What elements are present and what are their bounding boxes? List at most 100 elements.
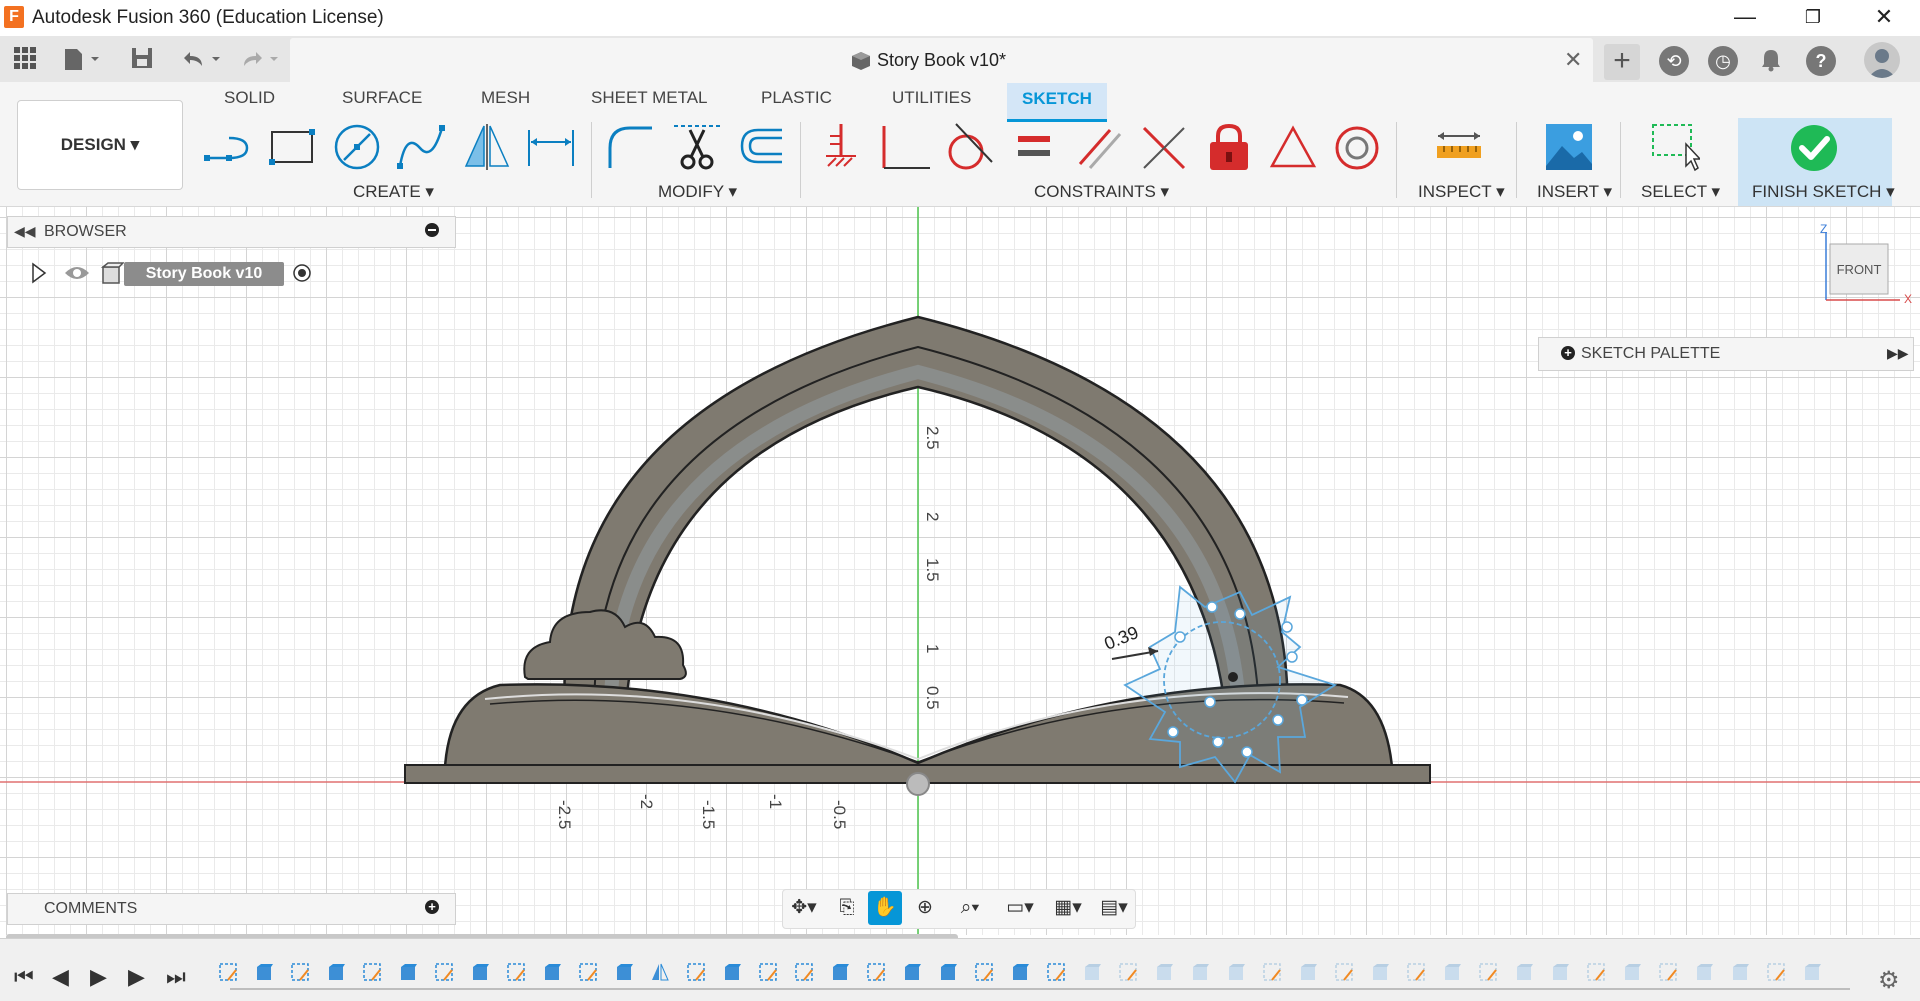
coincident-constraint-icon[interactable]	[1138, 122, 1188, 172]
browser-panel-header[interactable]: ◀◀ BROWSER	[7, 216, 456, 248]
timeline-body-icon[interactable]	[1442, 962, 1462, 982]
triangle-constraint-icon[interactable]	[1268, 122, 1318, 172]
view-cube-face[interactable]: FRONT	[1830, 262, 1888, 277]
go-to-start-icon[interactable]: ⏮	[14, 964, 34, 990]
job-status-icon[interactable]: ◷	[1708, 46, 1738, 76]
timeline-body-icon[interactable]	[254, 962, 274, 982]
timeline-body-icon[interactable]	[722, 962, 742, 982]
lock-icon[interactable]	[1204, 122, 1254, 172]
timeline-sketch-icon[interactable]	[686, 962, 706, 982]
sketch-palette-header[interactable]: + SKETCH PALETTE ▶▶	[1538, 337, 1914, 371]
help-icon[interactable]: ?	[1806, 46, 1836, 76]
minimize-button[interactable]: —	[1716, 0, 1774, 36]
timeline-sketch-icon[interactable]	[1766, 962, 1786, 982]
add-comment-icon[interactable]: +	[425, 900, 439, 914]
timeline-body-icon[interactable]	[1694, 962, 1714, 982]
orbit-icon[interactable]: ✥▾	[784, 894, 824, 922]
trim-tool-icon[interactable]	[672, 122, 722, 172]
look-at-icon[interactable]: ⎘	[830, 894, 864, 922]
view-cube[interactable]: Z X FRONT	[1818, 222, 1914, 306]
zoom-icon[interactable]: ⊕	[908, 894, 942, 922]
close-window-button[interactable]: ✕	[1855, 0, 1913, 36]
new-tab-button[interactable]: +	[1604, 44, 1640, 80]
insert-image-icon[interactable]	[1544, 122, 1594, 172]
timeline-body-icon[interactable]	[902, 962, 922, 982]
fix-constraint-icon[interactable]	[816, 122, 866, 172]
timeline-body-icon[interactable]	[830, 962, 850, 982]
timeline-body-icon[interactable]	[542, 962, 562, 982]
modify-menu[interactable]: MODIFY ▾	[658, 182, 737, 202]
tab-sketch[interactable]: SKETCH	[1007, 83, 1107, 122]
rectangle-tool-icon[interactable]	[268, 122, 318, 172]
create-menu[interactable]: CREATE ▾	[353, 182, 434, 202]
fillet-tool-icon[interactable]	[606, 122, 656, 172]
timeline-settings-gear-icon[interactable]: ⚙	[1878, 966, 1900, 995]
comments-panel-header[interactable]: COMMENTS +	[7, 893, 456, 925]
timeline-sketch-icon[interactable]	[506, 962, 526, 982]
constraints-menu[interactable]: CONSTRAINTS ▾	[1034, 182, 1169, 202]
extensions-icon[interactable]: ⟲	[1659, 46, 1689, 76]
timeline-sketch-icon[interactable]	[1586, 962, 1606, 982]
timeline-sketch-icon[interactable]	[1478, 962, 1498, 982]
timeline-body-icon[interactable]	[1226, 962, 1246, 982]
timeline-body-icon[interactable]	[326, 962, 346, 982]
inspect-menu[interactable]: INSPECT ▾	[1418, 182, 1505, 202]
browser-root-node[interactable]: Story Book v10	[124, 262, 284, 286]
redo-icon[interactable]	[236, 46, 286, 72]
expand-node-icon[interactable]	[30, 262, 48, 284]
timeline-sketch-icon[interactable]	[1118, 962, 1138, 982]
step-forward-icon[interactable]: ▶	[128, 964, 145, 990]
tangent-constraint-icon[interactable]	[944, 122, 994, 172]
tab-plastic[interactable]: PLASTIC	[761, 88, 832, 108]
tab-utilities[interactable]: UTILITIES	[892, 88, 971, 108]
restore-button[interactable]: ❐	[1784, 0, 1842, 36]
minimize-panel-icon[interactable]	[425, 223, 439, 237]
document-tab[interactable]: Story Book v10* ✕	[290, 38, 1593, 82]
timeline-sketch-icon[interactable]	[794, 962, 814, 982]
fit-zoom-icon[interactable]: ⌕▾	[948, 894, 992, 922]
display-settings-icon[interactable]: ▭▾	[998, 894, 1042, 922]
line-tool-icon[interactable]	[203, 122, 253, 172]
timeline-sketch-icon[interactable]	[434, 962, 454, 982]
viewports-icon[interactable]: ▤▾	[1092, 894, 1136, 922]
offset-tool-icon[interactable]	[736, 122, 786, 172]
select-tool-icon[interactable]	[1650, 122, 1702, 172]
timeline-sketch-icon[interactable]	[1406, 962, 1426, 982]
user-avatar[interactable]	[1864, 42, 1900, 78]
spline-tool-icon[interactable]	[396, 122, 446, 172]
timeline-body-icon[interactable]	[1082, 962, 1102, 982]
parallel-constraint-icon[interactable]	[1074, 122, 1124, 172]
timeline-sketch-icon[interactable]	[218, 962, 238, 982]
timeline-body-icon[interactable]	[1370, 962, 1390, 982]
timeline-body-icon[interactable]	[1550, 962, 1570, 982]
timeline-body-icon[interactable]	[398, 962, 418, 982]
visibility-eye-icon[interactable]	[64, 263, 90, 283]
timeline-sketch-icon[interactable]	[290, 962, 310, 982]
expand-palette-icon[interactable]: +	[1561, 346, 1575, 360]
timeline-sketch-icon[interactable]	[1046, 962, 1066, 982]
dimension-tool-icon[interactable]	[526, 122, 576, 172]
timeline-sketch-icon[interactable]	[1334, 962, 1354, 982]
timeline-sketch-icon[interactable]	[1262, 962, 1282, 982]
model-viewport[interactable]	[0, 207, 1920, 935]
pan-hand-icon[interactable]: ✋	[868, 891, 902, 925]
close-document-button[interactable]: ✕	[1564, 47, 1582, 73]
mirror-tool-icon[interactable]	[462, 122, 512, 172]
tab-solid[interactable]: SOLID	[224, 88, 275, 108]
tab-surface[interactable]: SURFACE	[342, 88, 422, 108]
notifications-bell-icon[interactable]	[1760, 48, 1782, 72]
go-to-end-icon[interactable]: ⏭	[166, 964, 186, 990]
timeline-body-icon[interactable]	[470, 962, 490, 982]
concentric-constraint-icon[interactable]	[1332, 122, 1382, 172]
collapse-panel-icon[interactable]: ◀◀	[14, 223, 36, 240]
timeline-body-icon[interactable]	[1298, 962, 1318, 982]
pin-palette-icon[interactable]: ▶▶	[1887, 345, 1909, 362]
activate-radio-icon[interactable]	[292, 263, 312, 283]
timeline-body-icon[interactable]	[1010, 962, 1030, 982]
timeline-sketch-icon[interactable]	[362, 962, 382, 982]
timeline-sketch-icon[interactable]	[1658, 962, 1678, 982]
step-back-icon[interactable]: ◀	[52, 964, 69, 990]
timeline-body-icon[interactable]	[614, 962, 634, 982]
equal-constraint-icon[interactable]	[1010, 122, 1060, 172]
timeline-sketch-icon[interactable]	[974, 962, 994, 982]
